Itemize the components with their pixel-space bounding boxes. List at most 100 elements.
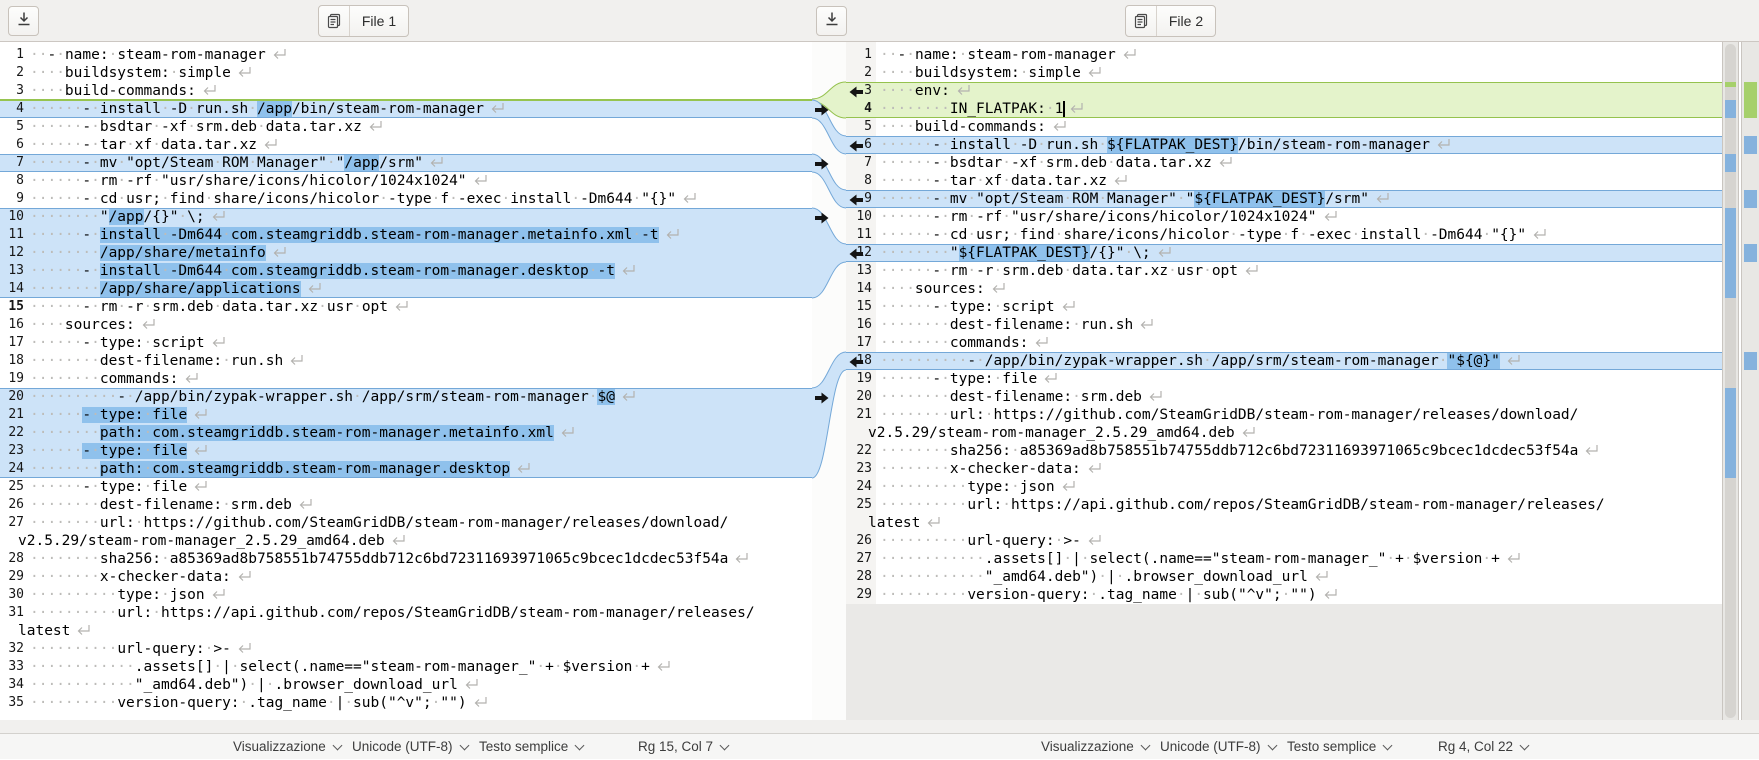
- code-line[interactable]: 7······-·mv·"opt/Steam·ROM·Manager"·"/ap…: [0, 154, 812, 172]
- code-line[interactable]: 23········x-checker-data:: [846, 460, 1722, 478]
- code-line[interactable]: latest: [0, 622, 812, 640]
- code-line[interactable]: 3····build-commands:: [0, 82, 812, 100]
- right-editor-pane[interactable]: 1··-·name:·steam-rom-manager2····buildsy…: [846, 42, 1722, 720]
- push-change-left-button[interactable]: [849, 85, 863, 97]
- code-line[interactable]: 21········url:·https://github.com/SteamG…: [846, 406, 1722, 424]
- code-line[interactable]: 18··········-·/app/bin/zypak-wrapper.sh·…: [846, 352, 1722, 370]
- code-line[interactable]: 12········/app/share/metainfo: [0, 244, 812, 262]
- code-line[interactable]: 16····sources:: [0, 316, 812, 334]
- code-line[interactable]: 27············.assets[]·|·select(.name==…: [846, 550, 1722, 568]
- code-line[interactable]: 11······-·install·-Dm644·com.steamgriddb…: [0, 226, 812, 244]
- code-line[interactable]: 27········url:·https://github.com/SteamG…: [0, 514, 812, 532]
- newline-icon: [515, 460, 530, 478]
- code-line[interactable]: 8······-·tar·xf·data.tar.xz: [846, 172, 1722, 190]
- code-line[interactable]: 9······-·mv·"opt/Steam·ROM·Manager"·"${F…: [846, 190, 1722, 208]
- code-line[interactable]: 19······-·type:·file: [846, 370, 1722, 388]
- code-line[interactable]: 6······-·install·-D·run.sh·${FLATPAK_DES…: [846, 136, 1722, 154]
- code-line[interactable]: 33············.assets[]·|·select(.name==…: [0, 658, 812, 676]
- code-line[interactable]: 12········"${FLATPAK_DEST}/{}"·\;: [846, 244, 1722, 262]
- code-line[interactable]: 8······-·rm·-rf·"usr/share/icons/hicolor…: [0, 172, 812, 190]
- view-dropdown-left[interactable]: Visualizzazione: [233, 734, 341, 760]
- code-line[interactable]: 14········/app/share/applications: [0, 280, 812, 298]
- code-line[interactable]: 10········"/app/{}"·\;: [0, 208, 812, 226]
- line-number: 25: [0, 479, 24, 494]
- encoding-dropdown-right[interactable]: Unicode (UTF-8): [1160, 734, 1276, 760]
- syntax-dropdown-right[interactable]: Testo semplice: [1287, 734, 1391, 760]
- code-line[interactable]: 26········dest-filename:·srm.deb: [0, 496, 812, 514]
- code-line[interactable]: 2····buildsystem:·simple: [0, 64, 812, 82]
- save-file1-button[interactable]: [8, 6, 39, 36]
- code-line[interactable]: 26··········url-query:·>-: [846, 532, 1722, 550]
- code-line[interactable]: 13······-·rm·-r·srm.deb·data.tar.xz·usr·…: [846, 262, 1722, 280]
- push-change-right-button[interactable]: [815, 157, 829, 169]
- code-line[interactable]: 24··········type:·json: [846, 478, 1722, 496]
- code-line[interactable]: 22········sha256:·a85369ad8b758551b74755…: [846, 442, 1722, 460]
- code-line[interactable]: 2····buildsystem:·simple: [846, 64, 1722, 82]
- scrollbar[interactable]: [1722, 42, 1739, 720]
- code-line[interactable]: 11······-·cd·usr;·find·share/icons/hicol…: [846, 226, 1722, 244]
- code-line[interactable]: 17······-·type:·script: [0, 334, 812, 352]
- code-line[interactable]: 1··-·name:·steam-rom-manager: [846, 46, 1722, 64]
- push-change-right-button[interactable]: [815, 211, 829, 223]
- code-line[interactable]: 16········dest-filename:·run.sh: [846, 316, 1722, 334]
- code-line[interactable]: 15······-·rm·-r·srm.deb·data.tar.xz·usr·…: [0, 298, 812, 316]
- code-line[interactable]: 19········commands:: [0, 370, 812, 388]
- code-line[interactable]: 23······-·type:·file: [0, 442, 812, 460]
- save-file2-button[interactable]: [816, 6, 847, 36]
- code-line[interactable]: 4······-·install·-D·run.sh·/app/bin/stea…: [0, 100, 812, 118]
- code-line[interactable]: 25··········url:·https://api.github.com/…: [846, 496, 1722, 514]
- code-line[interactable]: 30··········type:·json: [0, 586, 812, 604]
- code-line[interactable]: 7······-·bsdtar·-xf·srm.deb·data.tar.xz: [846, 154, 1722, 172]
- code-line[interactable]: latest: [846, 514, 1722, 532]
- code-line[interactable]: 14····sources:: [846, 280, 1722, 298]
- code-line[interactable]: v2.5.29/steam-rom-manager_2.5.29_amd64.d…: [846, 424, 1722, 442]
- file2-selector-button[interactable]: File 2: [1125, 5, 1216, 37]
- syntax-dropdown-left[interactable]: Testo semplice: [479, 734, 583, 760]
- code-line[interactable]: 6······-·tar·xf·data.tar.xz: [0, 136, 812, 154]
- code-line[interactable]: 18········dest-filename:·run.sh: [0, 352, 812, 370]
- chunk-overview-map[interactable]: [1741, 42, 1759, 720]
- push-change-left-button[interactable]: [849, 139, 863, 151]
- code-line[interactable]: 5····build-commands:: [846, 118, 1722, 136]
- line-number: 7: [0, 155, 24, 170]
- push-change-right-button[interactable]: [815, 391, 829, 403]
- code-line[interactable]: v2.5.29/steam-rom-manager_2.5.29_amd64.d…: [0, 532, 812, 550]
- code-line[interactable]: 24········path:·com.steamgriddb.steam-ro…: [0, 460, 812, 478]
- code-line[interactable]: 31··········url:·https://api.github.com/…: [0, 604, 812, 622]
- push-change-left-button[interactable]: [849, 193, 863, 205]
- code-line[interactable]: 1··-·name:·steam-rom-manager: [0, 46, 812, 64]
- scrollbar-thumb[interactable]: [1725, 44, 1736, 718]
- line-number: 1: [846, 47, 872, 62]
- code-line[interactable]: 28············"_amd64.deb")·|·.browser_d…: [846, 568, 1722, 586]
- code-line[interactable]: 20··········-·/app/bin/zypak-wrapper.sh·…: [0, 388, 812, 406]
- code-line[interactable]: 15······-·type:·script: [846, 298, 1722, 316]
- code-line[interactable]: 28········sha256:·a85369ad8b758551b74755…: [0, 550, 812, 568]
- code-text: ····build-commands:: [30, 82, 216, 100]
- encoding-dropdown-left[interactable]: Unicode (UTF-8): [352, 734, 468, 760]
- code-line[interactable]: 34············"_amd64.deb")·|·.browser_d…: [0, 676, 812, 694]
- left-editor-pane[interactable]: 1··-·name:·steam-rom-manager2····buildsy…: [0, 42, 812, 720]
- push-change-right-button[interactable]: [815, 103, 829, 115]
- code-line[interactable]: 29········x-checker-data:: [0, 568, 812, 586]
- code-line[interactable]: 20········dest-filename:·srm.deb: [846, 388, 1722, 406]
- cursor-position-left[interactable]: Rg 15, Col 7: [638, 734, 728, 760]
- file1-selector-button[interactable]: File 1: [318, 5, 409, 37]
- code-line[interactable]: 29··········version-query:·.tag_name·|·s…: [846, 586, 1722, 604]
- code-line[interactable]: 35··········version-query:·.tag_name·|·s…: [0, 694, 812, 712]
- code-text: ········/app/share/metainfo: [30, 244, 286, 262]
- code-line[interactable]: 5······-·bsdtar·-xf·srm.deb·data.tar.xz: [0, 118, 812, 136]
- code-line[interactable]: 25······-·type:·file: [0, 478, 812, 496]
- code-line[interactable]: 10······-·rm·-rf·"usr/share/icons/hicolo…: [846, 208, 1722, 226]
- code-line[interactable]: 22········path:·com.steamgriddb.steam-ro…: [0, 424, 812, 442]
- code-line[interactable]: 17········commands:: [846, 334, 1722, 352]
- push-change-left-button[interactable]: [849, 355, 863, 367]
- code-line[interactable]: 32··········url-query:·>-: [0, 640, 812, 658]
- code-line[interactable]: 4········IN_FLATPAK:·1: [846, 100, 1722, 118]
- view-dropdown-right[interactable]: Visualizzazione: [1041, 734, 1149, 760]
- cursor-position-right[interactable]: Rg 4, Col 22: [1438, 734, 1528, 760]
- code-line[interactable]: 13······-·install·-Dm644·com.steamgriddb…: [0, 262, 812, 280]
- code-line[interactable]: 9······-·cd·usr;·find·share/icons/hicolo…: [0, 190, 812, 208]
- push-change-left-button[interactable]: [849, 247, 863, 259]
- code-line[interactable]: 3····env:: [846, 82, 1722, 100]
- code-line[interactable]: 21······-·type:·file: [0, 406, 812, 424]
